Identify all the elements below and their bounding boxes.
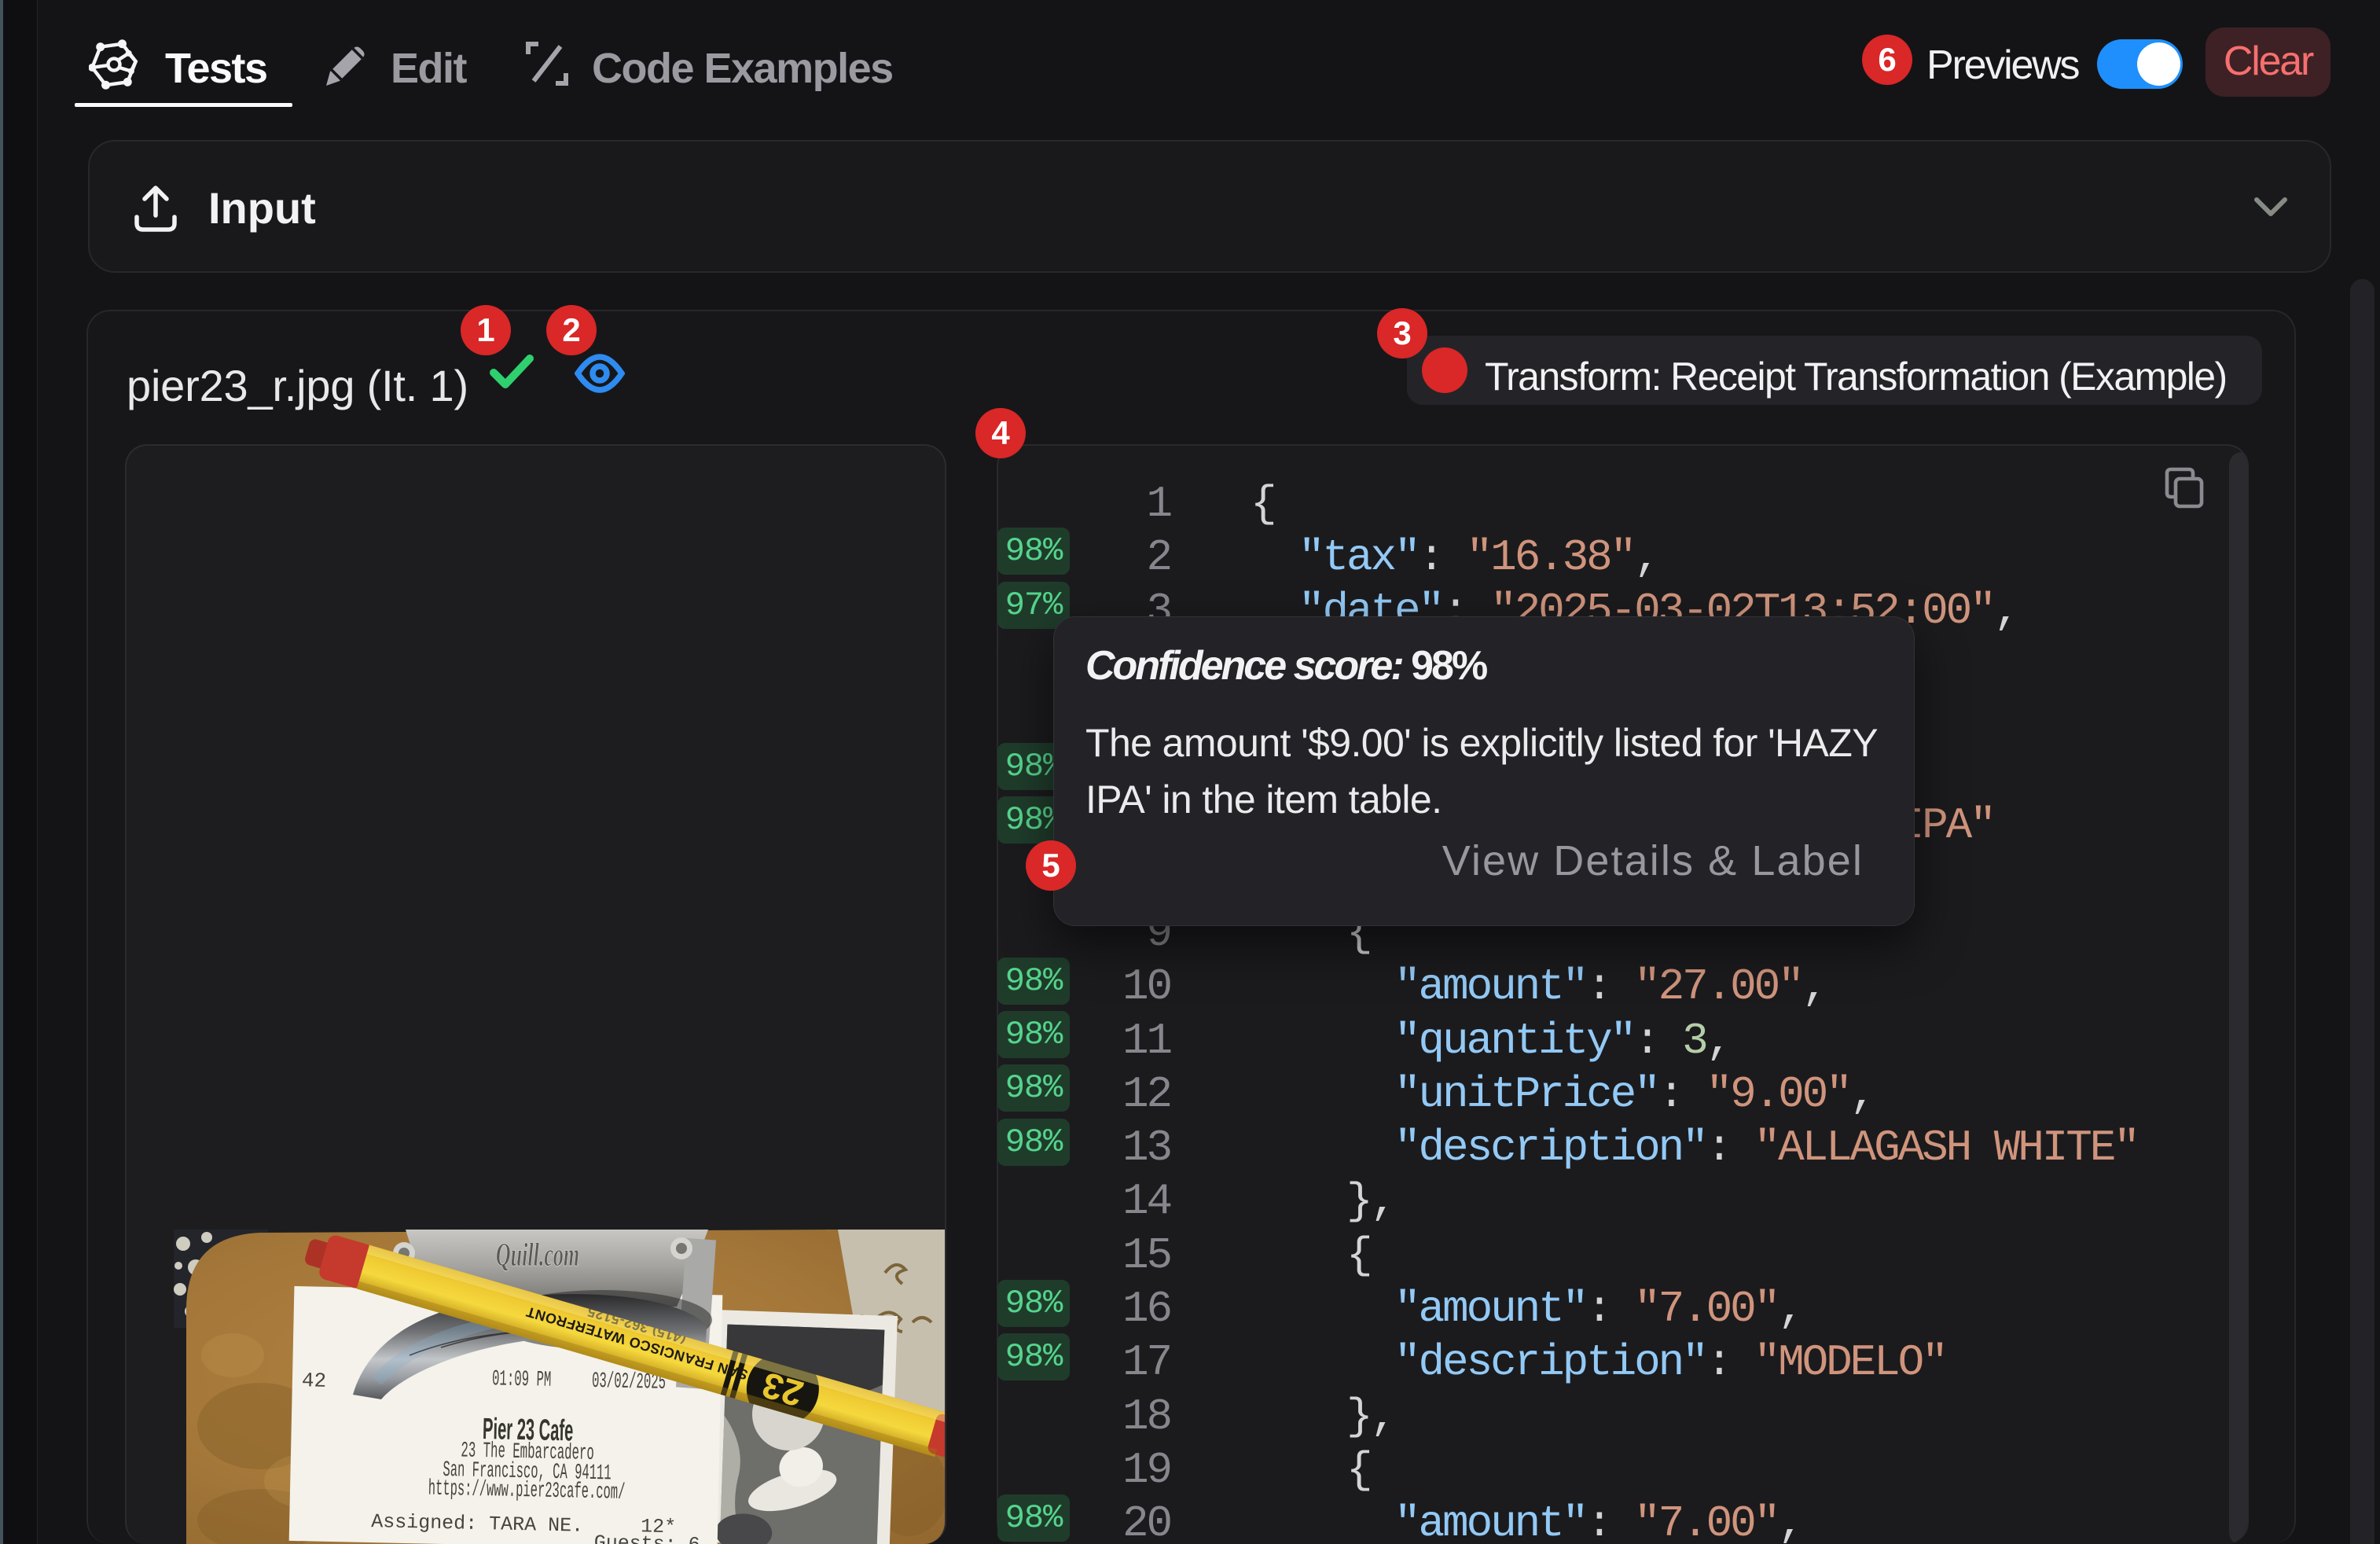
svg-text:Guests: 6: Guests: 6 — [593, 1531, 700, 1544]
svg-text:Quill.com: Quill.com — [496, 1237, 579, 1274]
svg-text:42: 42 — [302, 1369, 327, 1393]
svg-text:Assigned: TARA NE.: Assigned: TARA NE. — [371, 1510, 584, 1538]
svg-text:https://www.pier23cafe.com/: https://www.pier23cafe.com/ — [428, 1476, 625, 1505]
svg-text:01:09 PM: 01:09 PM — [492, 1366, 552, 1393]
